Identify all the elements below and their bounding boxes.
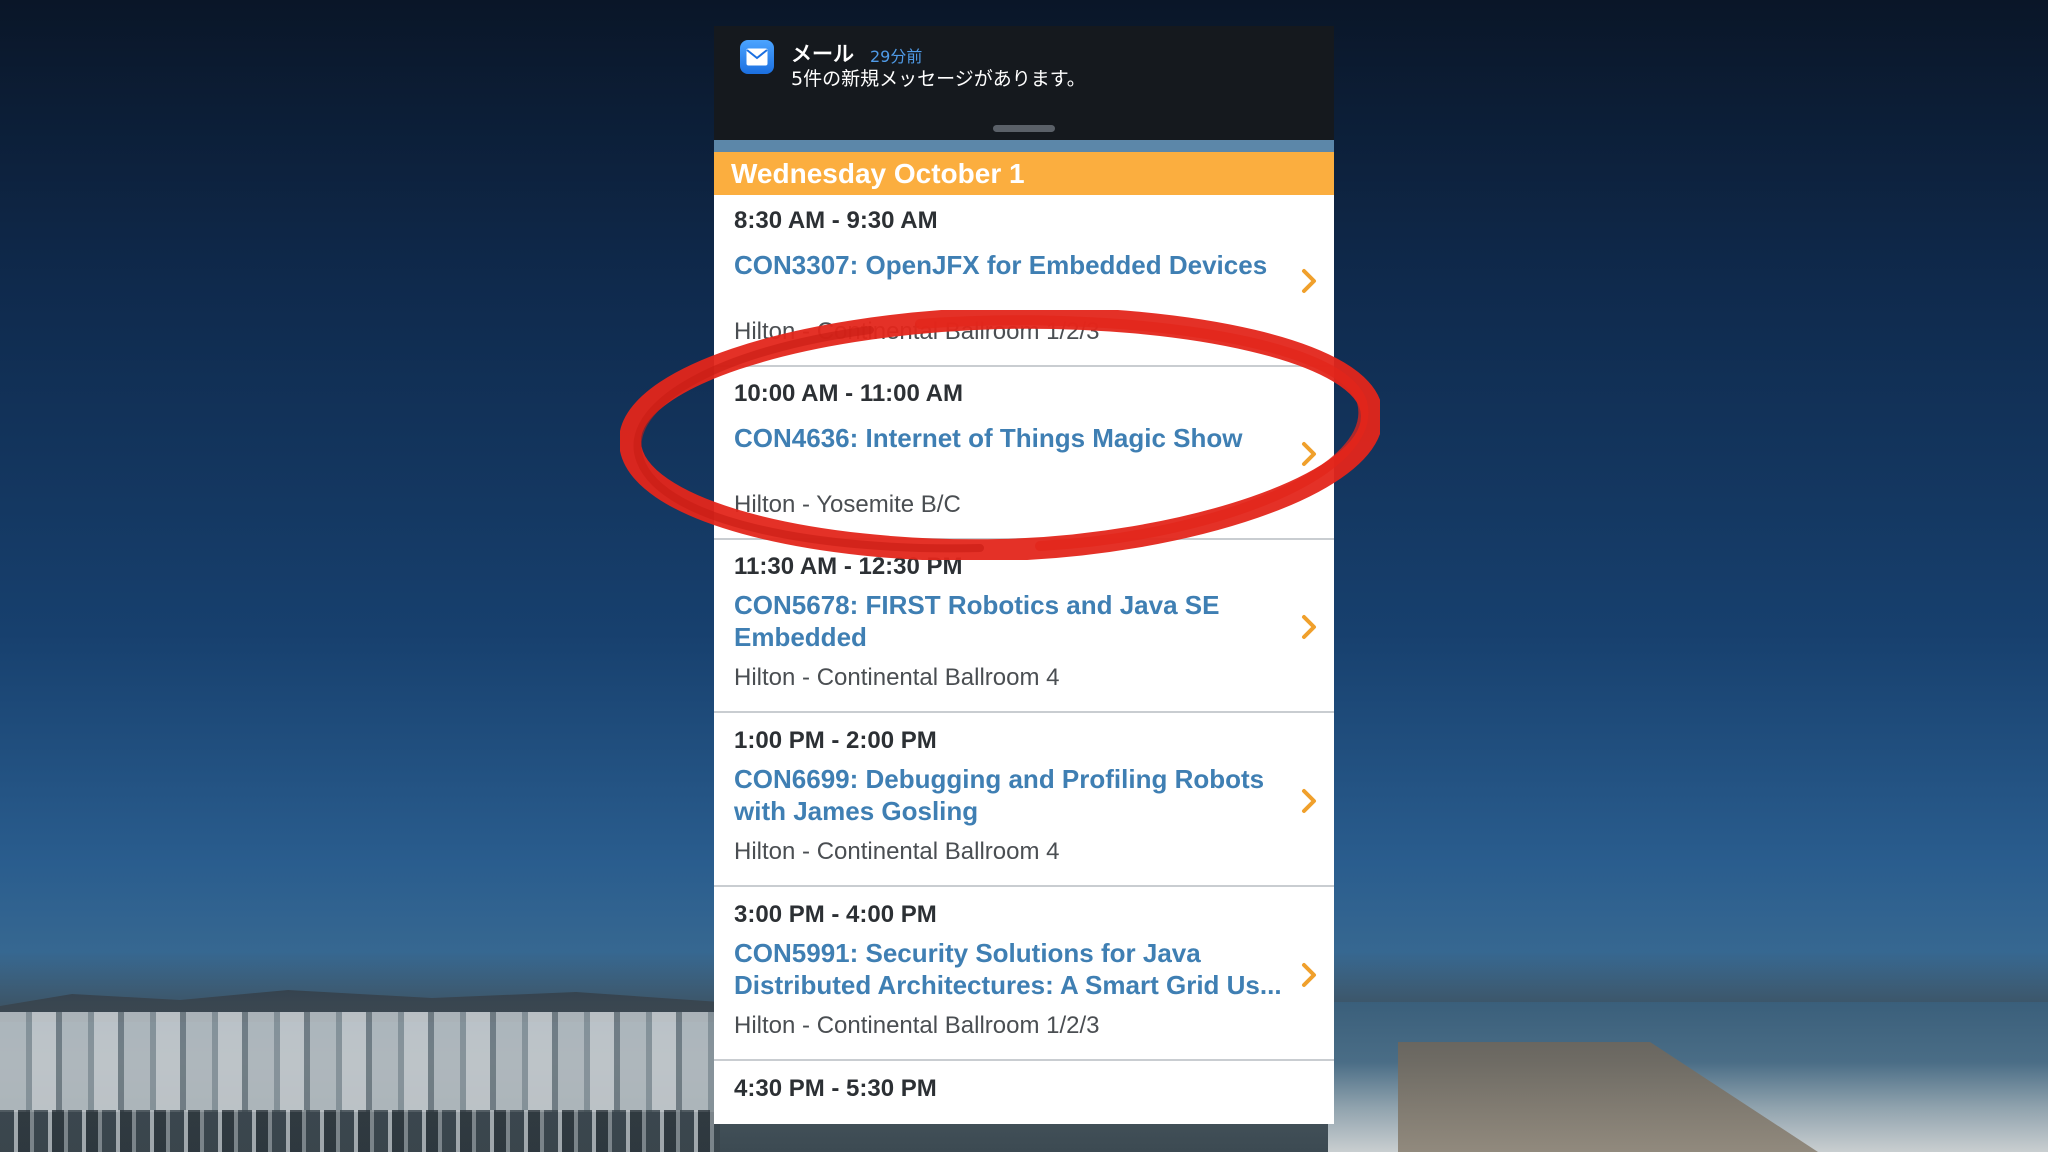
session-title: CON5991: Security Solutions for Java Dis…	[734, 938, 1282, 1000]
chevron-right-icon	[1302, 442, 1316, 466]
background-buildings	[0, 1012, 720, 1112]
session-time: 3:00 PM - 4:00 PM	[734, 901, 937, 928]
session-location: Hilton - Continental Ballroom 1/2/3	[734, 1012, 1100, 1039]
chevron-right-icon	[1302, 269, 1316, 293]
session-title: CON5678: FIRST Robotics and Java SE Embe…	[734, 590, 1220, 652]
session-row[interactable]: 1:00 PM - 2:00 PM CON6699: Debugging and…	[714, 715, 1334, 887]
session-location: Hilton - Continental Ballroom 4	[734, 838, 1060, 865]
session-row[interactable]: 8:30 AM - 9:30 AM CON3307: OpenJFX for E…	[714, 195, 1334, 367]
session-row[interactable]: 4:30 PM - 5:30 PM	[714, 1063, 1334, 1124]
day-section-header: Wednesday October 1	[714, 152, 1334, 195]
session-row[interactable]: 10:00 AM - 11:00 AM CON4636: Internet of…	[714, 368, 1334, 540]
session-time: 4:30 PM - 5:30 PM	[734, 1075, 937, 1102]
session-time: 1:00 PM - 2:00 PM	[734, 727, 937, 754]
session-time: 8:30 AM - 9:30 AM	[734, 207, 938, 234]
session-time: 10:00 AM - 11:00 AM	[734, 380, 963, 407]
session-title: CON6699: Debugging and Profiling Robots …	[734, 764, 1265, 826]
session-row[interactable]: 11:30 AM - 12:30 PM CON5678: FIRST Robot…	[714, 541, 1334, 713]
video-frame: メール 29分前 5件の新規メッセージがあります。 Wednesday Octo…	[0, 0, 2048, 1152]
phone-screen: メール 29分前 5件の新規メッセージがあります。 Wednesday Octo…	[714, 26, 1334, 1124]
session-location: Hilton - Continental Ballroom 4	[734, 664, 1060, 691]
session-row[interactable]: 3:00 PM - 4:00 PM CON5991: Security Solu…	[714, 889, 1334, 1061]
session-time: 11:30 AM - 12:30 PM	[734, 553, 963, 580]
chevron-right-icon	[1302, 963, 1316, 987]
day-header-label: Wednesday October 1	[731, 158, 1025, 189]
nav-bar-edge	[714, 140, 1334, 152]
chevron-right-icon	[1302, 789, 1316, 813]
session-title: CON3307: OpenJFX for Embedded Devices	[734, 250, 1268, 280]
notification-message: 5件の新規メッセージがあります。	[791, 68, 1086, 90]
background-parking-lot	[0, 1110, 720, 1152]
session-title: CON4636: Internet of Things Magic Show	[734, 423, 1243, 453]
chevron-right-icon	[1302, 615, 1316, 639]
session-location: Hilton - Yosemite B/C	[734, 491, 961, 518]
notification-grabber-handle[interactable]	[993, 125, 1055, 132]
notification-banner[interactable]: メール 29分前 5件の新規メッセージがあります。	[714, 26, 1334, 140]
session-location: Hilton - Continental Ballroom 1/2/3	[734, 318, 1100, 345]
mail-icon	[740, 40, 774, 74]
